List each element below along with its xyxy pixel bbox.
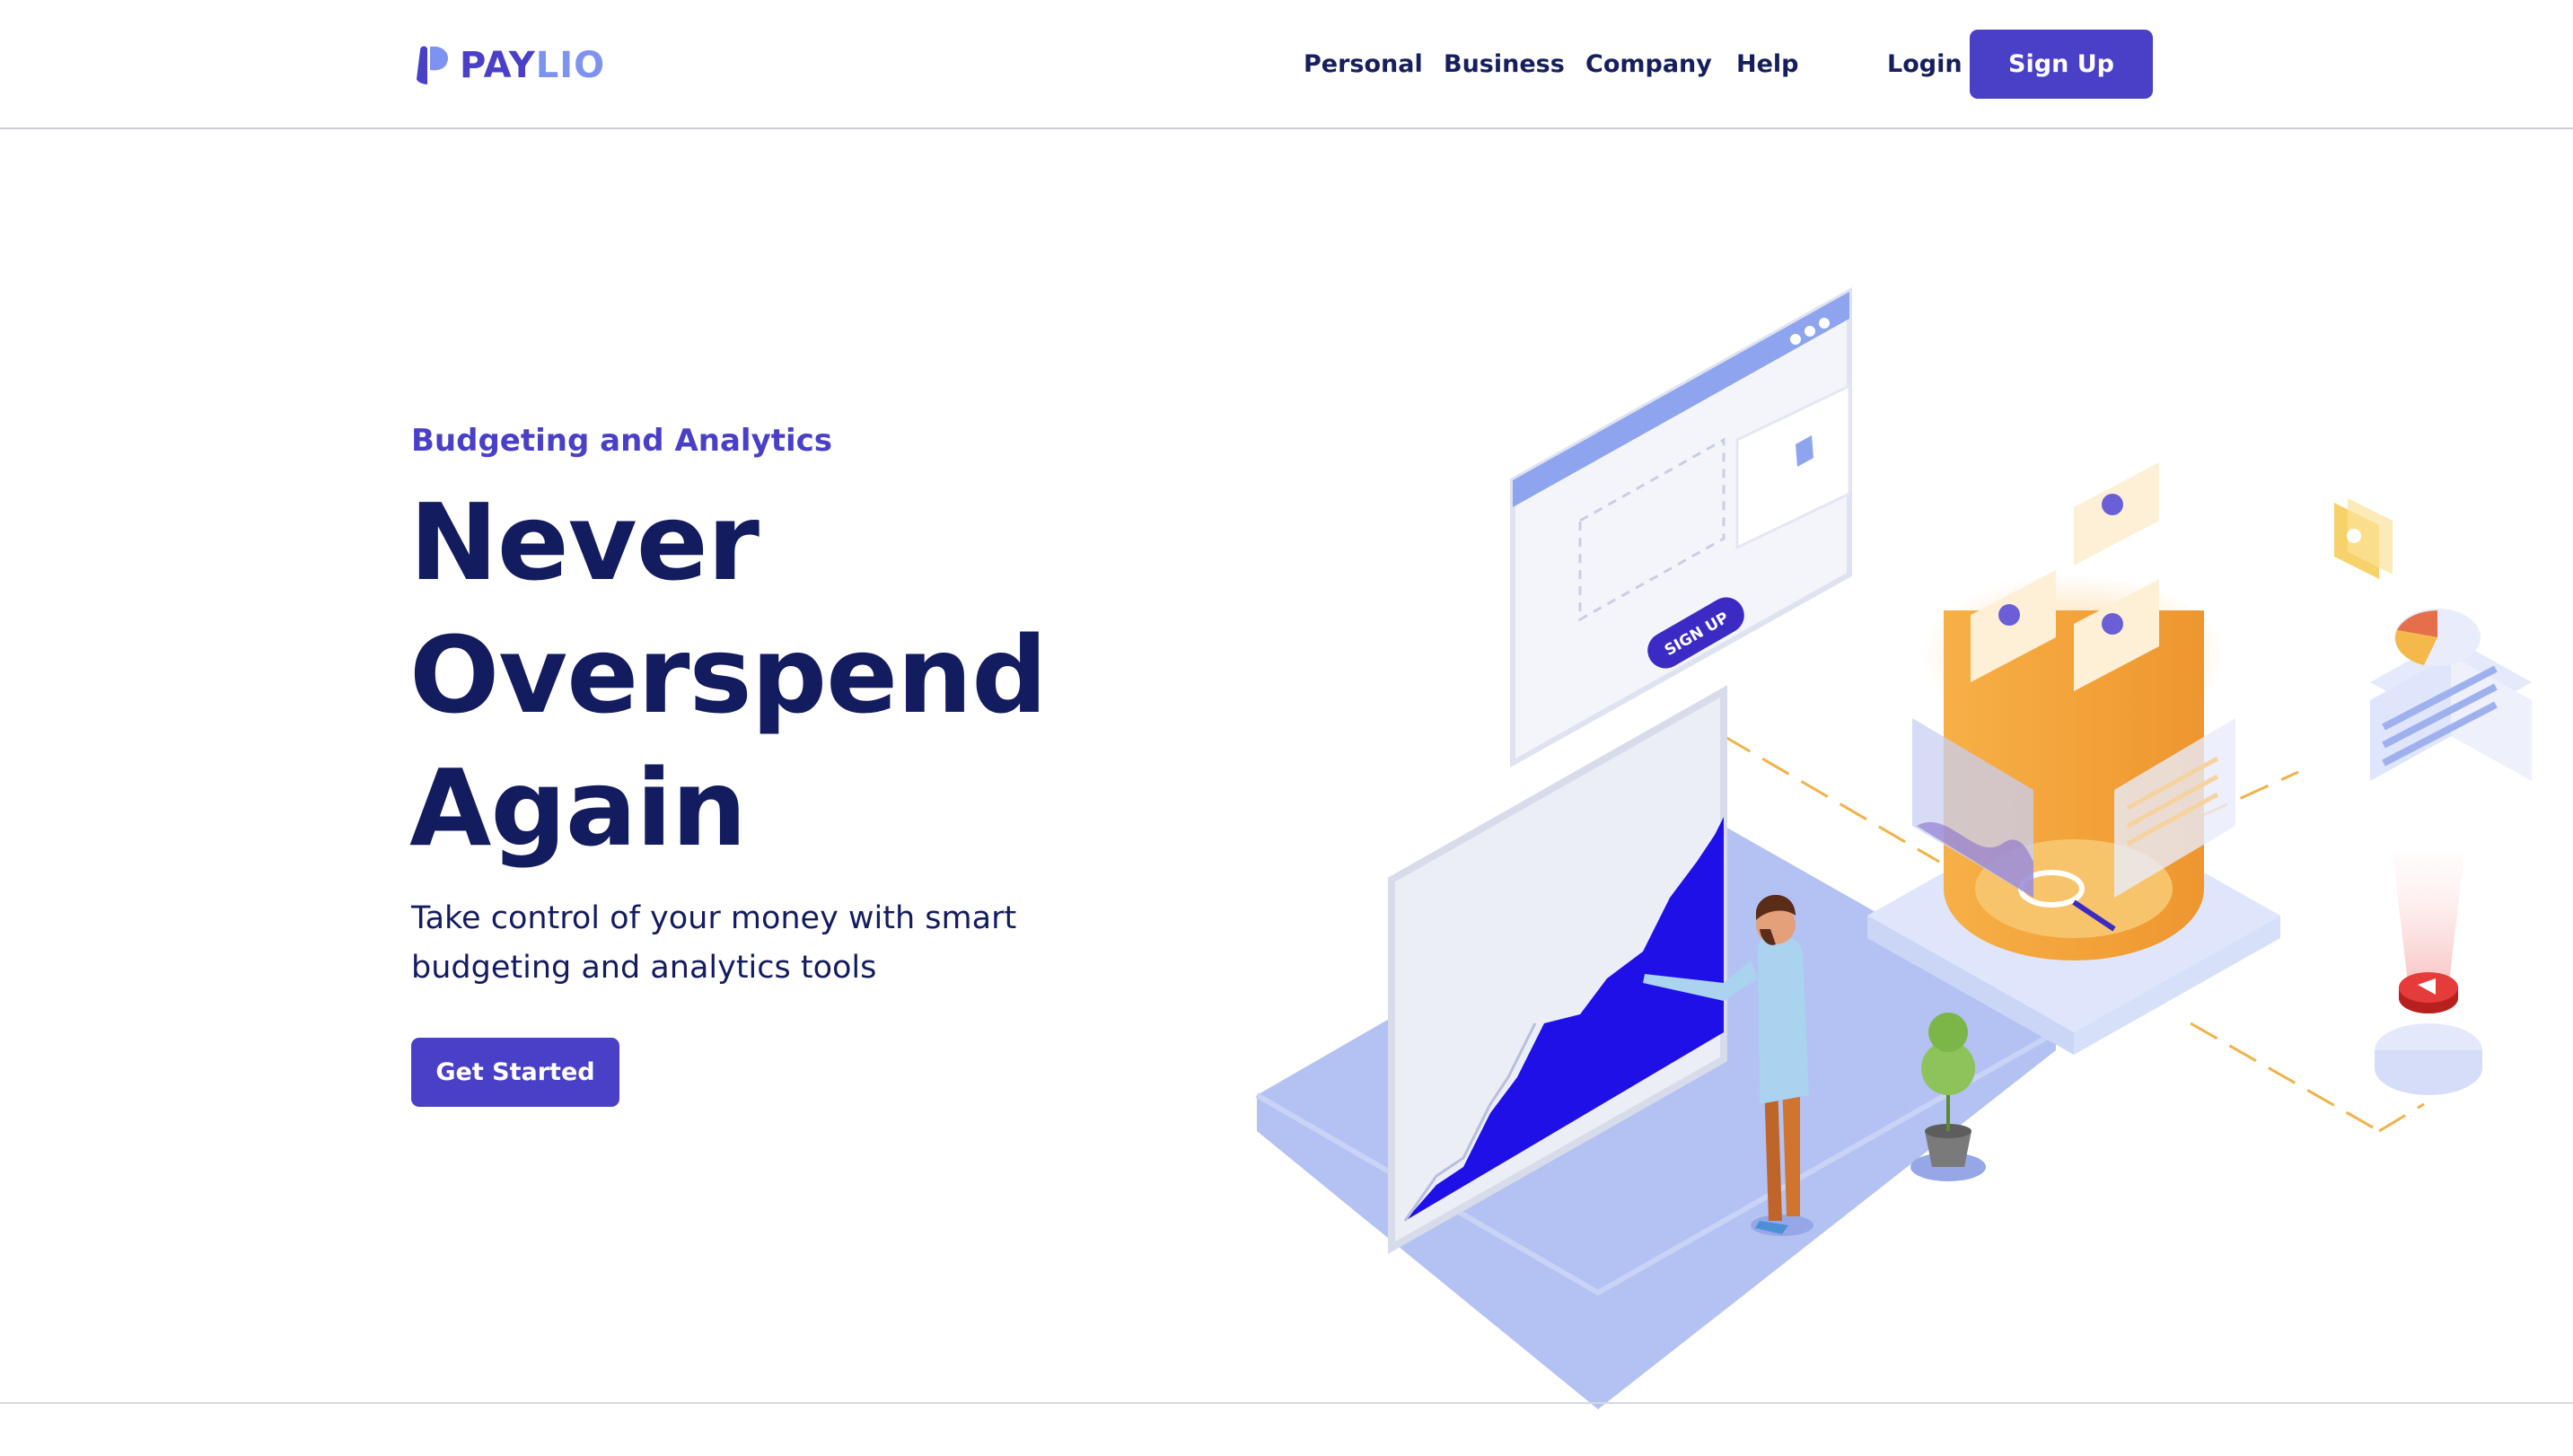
section-divider xyxy=(0,1402,2573,1404)
brand-name-lio: LIO xyxy=(535,45,606,86)
brand-name: PAYLIO xyxy=(460,43,605,88)
nav-link-personal[interactable]: Personal xyxy=(1304,47,1423,83)
login-link[interactable]: Login xyxy=(1887,47,1963,83)
hero-headline: Never Overspend Again xyxy=(409,476,1092,874)
user-card xyxy=(2334,498,2393,579)
hero-illustration: SIGN UP xyxy=(1255,286,2532,1409)
landing-page: PAYLIO Personal Business Company Help Lo… xyxy=(0,0,2573,1456)
get-started-button[interactable]: Get Started xyxy=(411,1038,619,1107)
headline-line-2: Overspend xyxy=(409,613,1048,737)
hero-subtitle: Take control of your money with smart bu… xyxy=(411,900,1017,986)
hero-eyebrow: Budgeting and Analytics xyxy=(411,423,833,459)
logo-mark-icon xyxy=(417,46,449,84)
nav-link-business[interactable]: Business xyxy=(1444,47,1565,83)
site-header: PAYLIO Personal Business Company Help Lo… xyxy=(0,0,2573,129)
megaphone-beacon xyxy=(2375,853,2482,1095)
nav-link-company[interactable]: Company xyxy=(1585,47,1712,83)
signup-button[interactable]: Sign Up xyxy=(1970,30,2153,99)
brand-name-pay: PAY xyxy=(460,45,536,86)
signup-window-card: SIGN UP xyxy=(1510,286,1852,768)
nav-link-help[interactable]: Help xyxy=(1736,47,1799,83)
headline-line-1: Never xyxy=(409,480,760,604)
stats-stack xyxy=(2370,609,2532,781)
brand-logo[interactable]: PAYLIO xyxy=(413,43,605,88)
headline-line-3: Again xyxy=(409,746,747,870)
